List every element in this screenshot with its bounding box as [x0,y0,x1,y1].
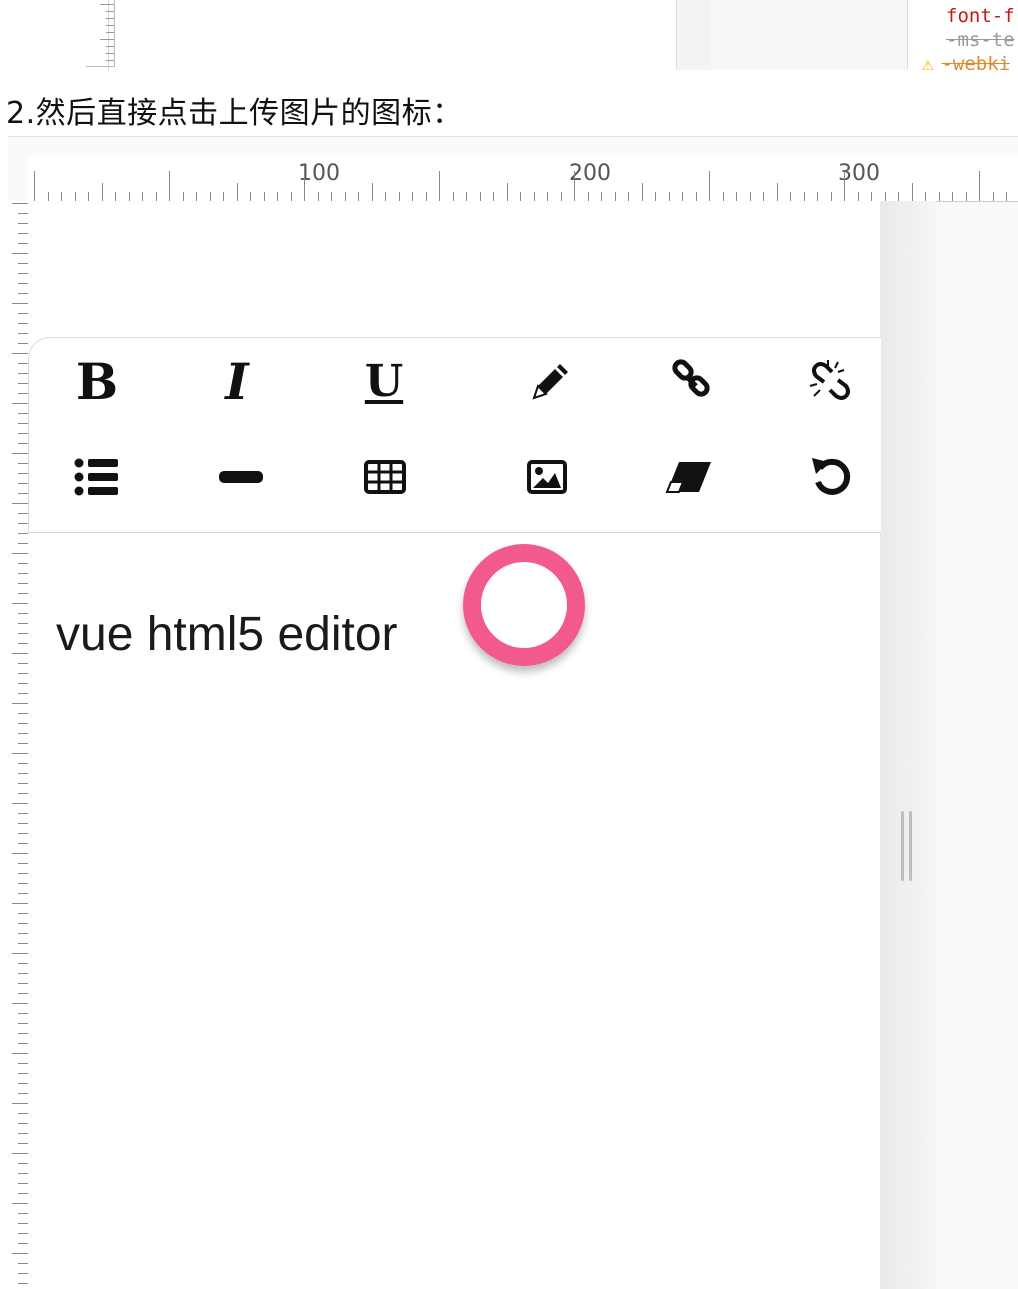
underline-icon: U [364,355,404,407]
undo-icon [812,458,851,495]
list-icon [74,458,118,496]
italic-button[interactable]: I [197,346,277,416]
color-button[interactable] [511,346,591,416]
css-property-text: -webki [941,53,1011,70]
ruler-label-200: 200 [569,161,611,186]
unlink-button[interactable] [791,346,871,416]
table-icon [364,460,406,494]
list-button[interactable] [57,442,137,512]
unlink-icon [809,360,850,400]
previous-vertical-ruler [86,0,115,67]
pencil-icon [532,364,568,400]
resize-handle[interactable] [901,811,915,881]
highlight-ring-annotation [463,544,585,666]
bold-button[interactable]: B [57,346,137,416]
underline-button[interactable]: U [344,346,424,416]
previous-screenshot-strip: font-f -ms-te ⚠ -webki [0,0,1018,70]
step-caption: 2.然后直接点击上传图片的图标： [6,96,463,131]
image-icon [527,460,567,494]
devtools-css-fragment: font-f -ms-te ⚠ -webki [922,4,1015,70]
editor-content[interactable]: vue html5 editor [56,607,398,662]
table-button[interactable] [345,442,425,512]
undo-button[interactable] [791,442,871,512]
previous-side-panel [676,0,908,70]
bold-icon: B [75,351,119,411]
italic-icon: I [225,351,249,411]
previous-side-panel-inner [711,0,907,70]
previous-page-fragment [8,0,115,70]
eraser-icon [665,462,711,493]
editor-screenshot: 100 200 300 B I U vue html5 editor [8,136,1018,1289]
link-icon [672,359,710,397]
css-property-line: font-f [946,5,1015,27]
css-property-line: ⚠ -webki [922,52,1015,70]
page-shadow [880,201,936,1289]
eraser-button[interactable] [649,442,729,512]
vertical-ruler [8,201,29,1289]
horizontal-ruler: 100 200 300 [28,155,1018,202]
css-property-line: -ms-te [946,29,1015,51]
horizontal-rule-button[interactable] [201,442,281,512]
editor-toolbar: B I U [28,337,881,533]
link-button[interactable] [651,346,731,416]
warning-icon: ⚠ [922,53,934,70]
image-button[interactable] [507,442,587,512]
horizontal-rule-icon [219,471,263,483]
